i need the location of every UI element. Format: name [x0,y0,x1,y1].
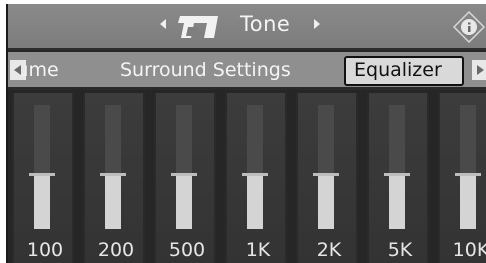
eq-band-2k[interactable]: 2K [296,93,358,263]
tab-surround-settings[interactable]: Surround Settings [120,59,291,81]
eq-slider-fill [34,174,50,229]
tab-volume[interactable]: Volume [22,59,102,81]
eq-slider-handle[interactable] [171,173,197,176]
eq-band-label: 500 [168,239,206,261]
eq-slider-handle[interactable] [100,173,126,176]
eq-slider-fill [318,174,334,229]
eq-slider-handle[interactable] [29,173,55,176]
eq-band-500[interactable]: 500 [154,93,216,263]
title-bar: Tone [8,4,486,50]
eq-band-label: 1K [245,239,271,261]
tab-equalizer-label: Equalizer [354,59,442,81]
eq-slider-handle[interactable] [384,173,410,176]
page-title: Tone [240,12,291,36]
tab-equalizer[interactable]: Equalizer [344,56,464,86]
eq-band-200[interactable]: 200 [83,93,145,263]
tab-bar: Volume Surround Settings Equalizer [8,52,486,90]
eq-slider-fill [176,174,192,229]
eq-slider-handle[interactable] [313,173,339,176]
eq-slider-fill [389,174,405,229]
eq-slider-handle[interactable] [455,173,481,176]
previous-menu-arrow-icon[interactable] [160,19,166,29]
eq-band-10k[interactable]: 10K [438,93,486,263]
brand-logo-icon [178,16,218,38]
eq-slider-fill [247,174,263,229]
tab-scroll-right-icon[interactable] [472,60,486,80]
eq-band-1k[interactable]: 1K [225,93,287,263]
eq-band-label: 5K [387,239,413,261]
eq-band-label: 2K [316,239,342,261]
eq-slider-handle[interactable] [242,173,268,176]
eq-band-100[interactable]: 100 [12,93,74,263]
eq-band-label: 10K [452,239,486,261]
equalizer-panel: 100 200 500 1K 2K 5K 10K [8,93,486,263]
eq-band-5k[interactable]: 5K [367,93,429,263]
next-menu-arrow-icon[interactable] [314,19,320,29]
eq-band-label: 200 [97,239,135,261]
tab-volume-label: Volume [22,59,59,81]
eq-slider-fill [105,174,121,229]
tone-screen: Tone Volume Surround Settings Equalizer … [6,4,486,263]
info-icon[interactable] [452,10,486,44]
eq-slider-fill [460,174,476,229]
eq-band-label: 100 [26,239,64,261]
